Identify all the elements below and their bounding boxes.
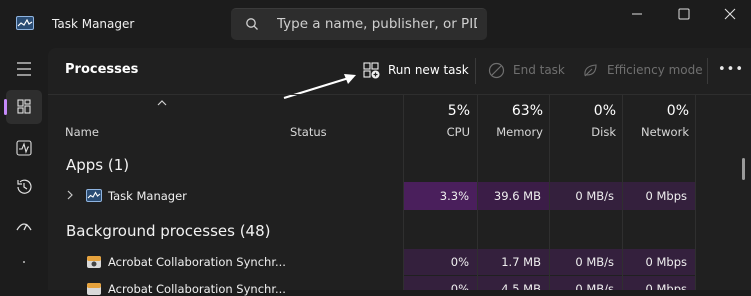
network-cell: 0 Mbps	[623, 249, 695, 275]
minimize-button[interactable]	[614, 0, 660, 32]
end-task-button[interactable]: End task	[488, 58, 565, 82]
chevron-right-icon[interactable]	[66, 190, 74, 200]
app-history-icon[interactable]	[6, 170, 42, 204]
cpu-cell: 3.3%	[404, 182, 477, 210]
startup-apps-icon[interactable]	[6, 210, 42, 244]
end-task-icon	[488, 62, 505, 78]
maximize-button[interactable]	[661, 0, 707, 32]
process-name: Acrobat Collaboration Synchr...	[108, 255, 286, 269]
more-options-button[interactable]: •••	[718, 62, 744, 77]
processes-icon	[17, 99, 31, 114]
disk-total-percent: 0%	[593, 103, 616, 119]
memory-cell: 1.7 MB	[478, 249, 549, 275]
sort-ascending-icon[interactable]	[156, 99, 168, 107]
efficiency-mode-label: Efficiency mode	[607, 63, 703, 77]
search-box[interactable]	[231, 8, 487, 40]
toolbar-separator	[707, 58, 708, 84]
column-header-network[interactable]: Network	[622, 125, 689, 139]
run-new-task-label: Run new task	[388, 63, 469, 77]
users-icon[interactable]	[6, 250, 42, 284]
disk-cell: 0 MB/s	[550, 182, 622, 210]
group-header-apps[interactable]: Apps (1)	[66, 156, 129, 174]
network-cell: 0 Mbps	[623, 182, 695, 210]
process-name: Acrobat Collaboration Synchr...	[108, 282, 286, 296]
cpu-cell: 0%	[404, 276, 477, 290]
memory-cell: 39.6 MB	[478, 182, 549, 210]
performance-icon[interactable]	[6, 131, 42, 165]
task-manager-process-icon	[86, 189, 102, 202]
network-cell: 0 Mbps	[623, 276, 695, 290]
column-header-status[interactable]: Status	[290, 125, 327, 139]
disk-cell: 0 MB/s	[550, 276, 622, 290]
run-new-task-icon	[363, 61, 380, 78]
nav-processes[interactable]	[6, 90, 42, 124]
group-header-background[interactable]: Background processes (48)	[66, 222, 271, 240]
toolbar-separator	[475, 58, 476, 84]
window-title: Task Manager	[52, 17, 135, 31]
header-divider	[48, 94, 751, 95]
network-total-percent: 0%	[666, 103, 689, 119]
cpu-cell: 0%	[404, 249, 477, 275]
run-new-task-button[interactable]: Run new task	[363, 58, 469, 82]
annotation-arrow	[283, 74, 356, 100]
memory-cell: 4.5 MB	[478, 276, 549, 290]
memory-total-percent: 63%	[511, 103, 543, 119]
end-task-label: End task	[513, 63, 565, 77]
search-input[interactable]	[277, 13, 477, 35]
acrobat-process-icon	[87, 256, 101, 268]
cpu-total-percent: 5%	[447, 103, 470, 119]
column-header-cpu[interactable]: CPU	[403, 125, 470, 139]
page-title: Processes	[65, 62, 139, 77]
vertical-scrollbar[interactable]	[742, 158, 745, 180]
efficiency-mode-button[interactable]: Efficiency mode	[582, 58, 703, 82]
acrobat-process-icon	[87, 283, 101, 295]
process-name: Task Manager	[108, 189, 187, 203]
search-icon	[246, 18, 258, 30]
leaf-icon	[584, 63, 597, 76]
disk-cell: 0 MB/s	[550, 249, 622, 275]
hamburger-menu-icon[interactable]	[6, 52, 42, 86]
nav-active-indicator	[4, 99, 7, 115]
task-manager-app-icon	[16, 16, 34, 30]
column-header-memory[interactable]: Memory	[477, 125, 543, 139]
column-header-name[interactable]: Name	[65, 125, 99, 139]
close-button[interactable]	[707, 0, 751, 32]
column-header-disk[interactable]: Disk	[549, 125, 616, 139]
